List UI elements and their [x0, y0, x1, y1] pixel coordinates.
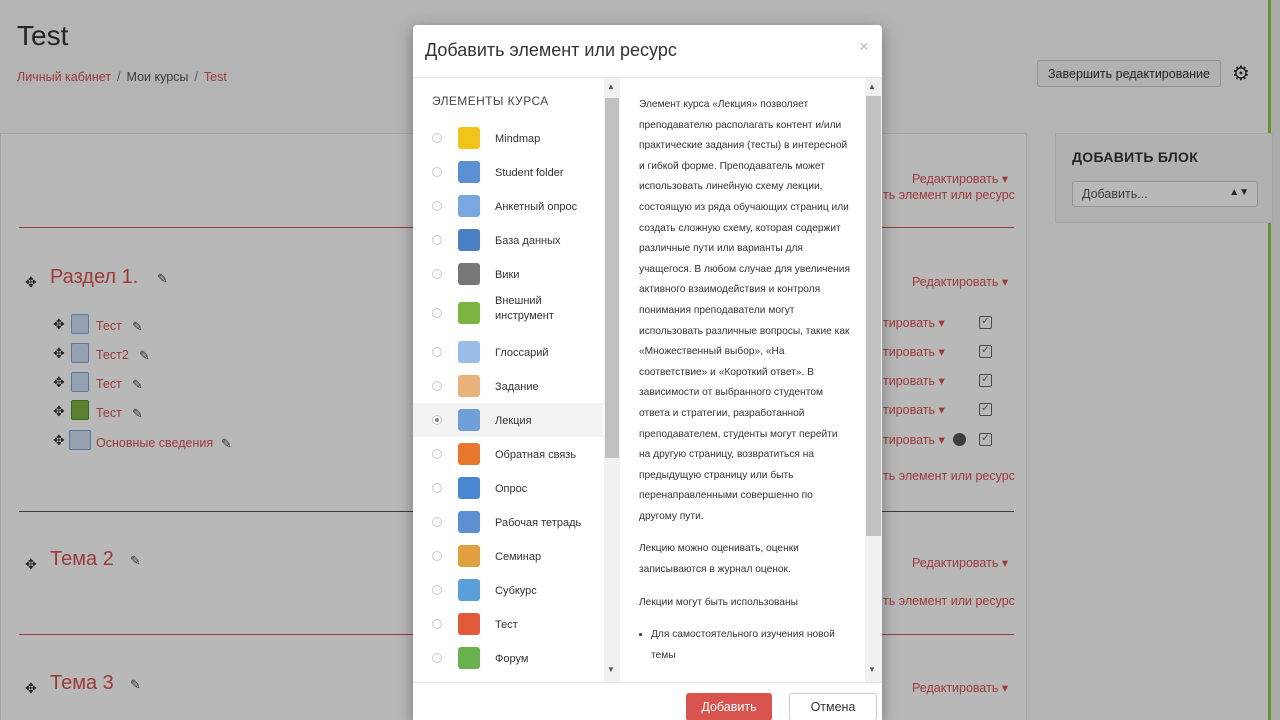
- activity-option[interactable]: Лекция: [413, 403, 603, 437]
- survey-icon: [458, 195, 480, 217]
- activity-radio[interactable]: [432, 585, 442, 595]
- activity-list-heading: ЭЛЕМЕНТЫ КУРСА: [432, 94, 549, 108]
- cancel-button[interactable]: Отмена: [789, 693, 877, 720]
- dialog-title: Добавить элемент или ресурс: [425, 40, 677, 60]
- activity-option[interactable]: Субкурс: [413, 573, 603, 607]
- activity-option-label: Mindmap: [495, 133, 541, 145]
- activity-option-label: Глоссарий: [495, 347, 549, 359]
- database-icon: [458, 229, 480, 251]
- activity-option[interactable]: Семинар: [413, 539, 603, 573]
- dialog-footer: Добавить Отмена: [413, 682, 882, 720]
- activity-option-label: Форум: [495, 653, 529, 665]
- activity-option[interactable]: Mindmap: [413, 121, 603, 155]
- description-paragraph: Лекции могут быть использованы: [639, 596, 798, 608]
- description-scrollbar[interactable]: ▲ ▼: [865, 78, 882, 682]
- add-button[interactable]: Добавить: [686, 693, 772, 720]
- lesson-icon: [458, 409, 480, 431]
- activity-option-label: Задание: [495, 381, 539, 393]
- workbook-icon: [458, 511, 480, 533]
- dialog-header: Добавить элемент или ресурс ×: [413, 25, 882, 78]
- activity-option[interactable]: Внешний инструмент: [413, 291, 603, 335]
- close-icon[interactable]: ×: [859, 37, 869, 57]
- activity-option[interactable]: Глоссарий: [413, 335, 603, 369]
- wiki-icon: [458, 263, 480, 285]
- activity-radio[interactable]: [432, 449, 442, 459]
- activity-list: ЭЛЕМЕНТЫ КУРСА Mindmap Student folder Анке…: [413, 78, 620, 682]
- activity-option-label: База данных: [495, 235, 561, 247]
- assignment-icon: [458, 375, 480, 397]
- scrollbar-thumb[interactable]: [605, 98, 619, 458]
- activity-radio[interactable]: [432, 415, 442, 425]
- activity-option-label: Вики: [495, 269, 520, 281]
- description-paragraph: Лекцию можно оценивать, оценки записываю…: [639, 543, 799, 576]
- activity-option-label: Student folder: [495, 167, 564, 179]
- puzzle-icon: [458, 302, 480, 324]
- activity-radio[interactable]: [432, 551, 442, 561]
- activity-radio[interactable]: [432, 235, 442, 245]
- scroll-down-icon[interactable]: ▼: [607, 665, 615, 674]
- activity-option[interactable]: Форум: [413, 641, 603, 675]
- activity-option[interactable]: Задание: [413, 369, 603, 403]
- activity-radio[interactable]: [432, 269, 442, 279]
- scroll-up-icon[interactable]: ▲: [607, 82, 615, 91]
- activity-option[interactable]: База данных: [413, 223, 603, 257]
- activity-option-label: Тест: [495, 619, 518, 631]
- activity-radio[interactable]: [432, 201, 442, 211]
- scrollbar-thumb[interactable]: [866, 96, 881, 536]
- activity-radio[interactable]: [432, 381, 442, 391]
- description-list-item: Для самостоятельного изучения новой темы: [651, 625, 851, 666]
- activity-option[interactable]: Тест: [413, 607, 603, 641]
- description-text: Элемент курса «Лекция» позволяет препода…: [639, 95, 851, 666]
- activity-option-label: Обратная связь: [495, 449, 577, 461]
- subcourse-icon: [458, 579, 480, 601]
- activity-option[interactable]: Обратная связь: [413, 437, 603, 471]
- activity-option-label: Лекция: [495, 415, 532, 427]
- activity-radio[interactable]: [432, 347, 442, 357]
- activity-option[interactable]: Student folder: [413, 155, 603, 189]
- activity-option-label: Опрос: [495, 483, 528, 495]
- description-pane: Элемент курса «Лекция» позволяет препода…: [621, 78, 882, 682]
- activity-radio[interactable]: [432, 517, 442, 527]
- activity-option[interactable]: Опрос: [413, 471, 603, 505]
- activity-radio[interactable]: [432, 133, 442, 143]
- scroll-down-icon[interactable]: ▼: [868, 665, 876, 674]
- activity-radio[interactable]: [432, 308, 442, 318]
- quiz-icon: [458, 613, 480, 635]
- scroll-up-icon[interactable]: ▲: [868, 82, 876, 91]
- activity-option[interactable]: Рабочая тетрадь: [413, 505, 603, 539]
- activity-list-scrollbar[interactable]: ▲ ▼: [604, 78, 620, 682]
- activity-radio[interactable]: [432, 653, 442, 663]
- megaphone-icon: [458, 443, 480, 465]
- activity-option-label: Рабочая тетрадь: [495, 517, 582, 529]
- workshop-icon: [458, 545, 480, 567]
- activity-option-label: Семинар: [495, 551, 542, 563]
- description-paragraph: Элемент курса «Лекция» позволяет препода…: [639, 99, 850, 522]
- description-content: Элемент курса «Лекция» позволяет препода…: [621, 78, 865, 682]
- activity-radio[interactable]: [432, 619, 442, 629]
- activity-radio[interactable]: [432, 483, 442, 493]
- lightbulb-icon: [458, 127, 480, 149]
- folder-icon: [458, 161, 480, 183]
- activity-option-label: Анкетный опрос: [495, 201, 578, 213]
- add-activity-dialog: Добавить элемент или ресурс × ЭЛЕМЕНТЫ К…: [413, 25, 882, 720]
- activity-option[interactable]: Анкетный опрос: [413, 189, 603, 223]
- activity-radio[interactable]: [432, 167, 442, 177]
- forum-icon: [458, 647, 480, 669]
- activity-option[interactable]: Вики: [413, 257, 603, 291]
- activity-option-label: Внешний инструмент: [495, 295, 554, 322]
- question-icon: [458, 477, 480, 499]
- glossary-icon: [458, 341, 480, 363]
- activity-option-label: Субкурс: [495, 585, 537, 597]
